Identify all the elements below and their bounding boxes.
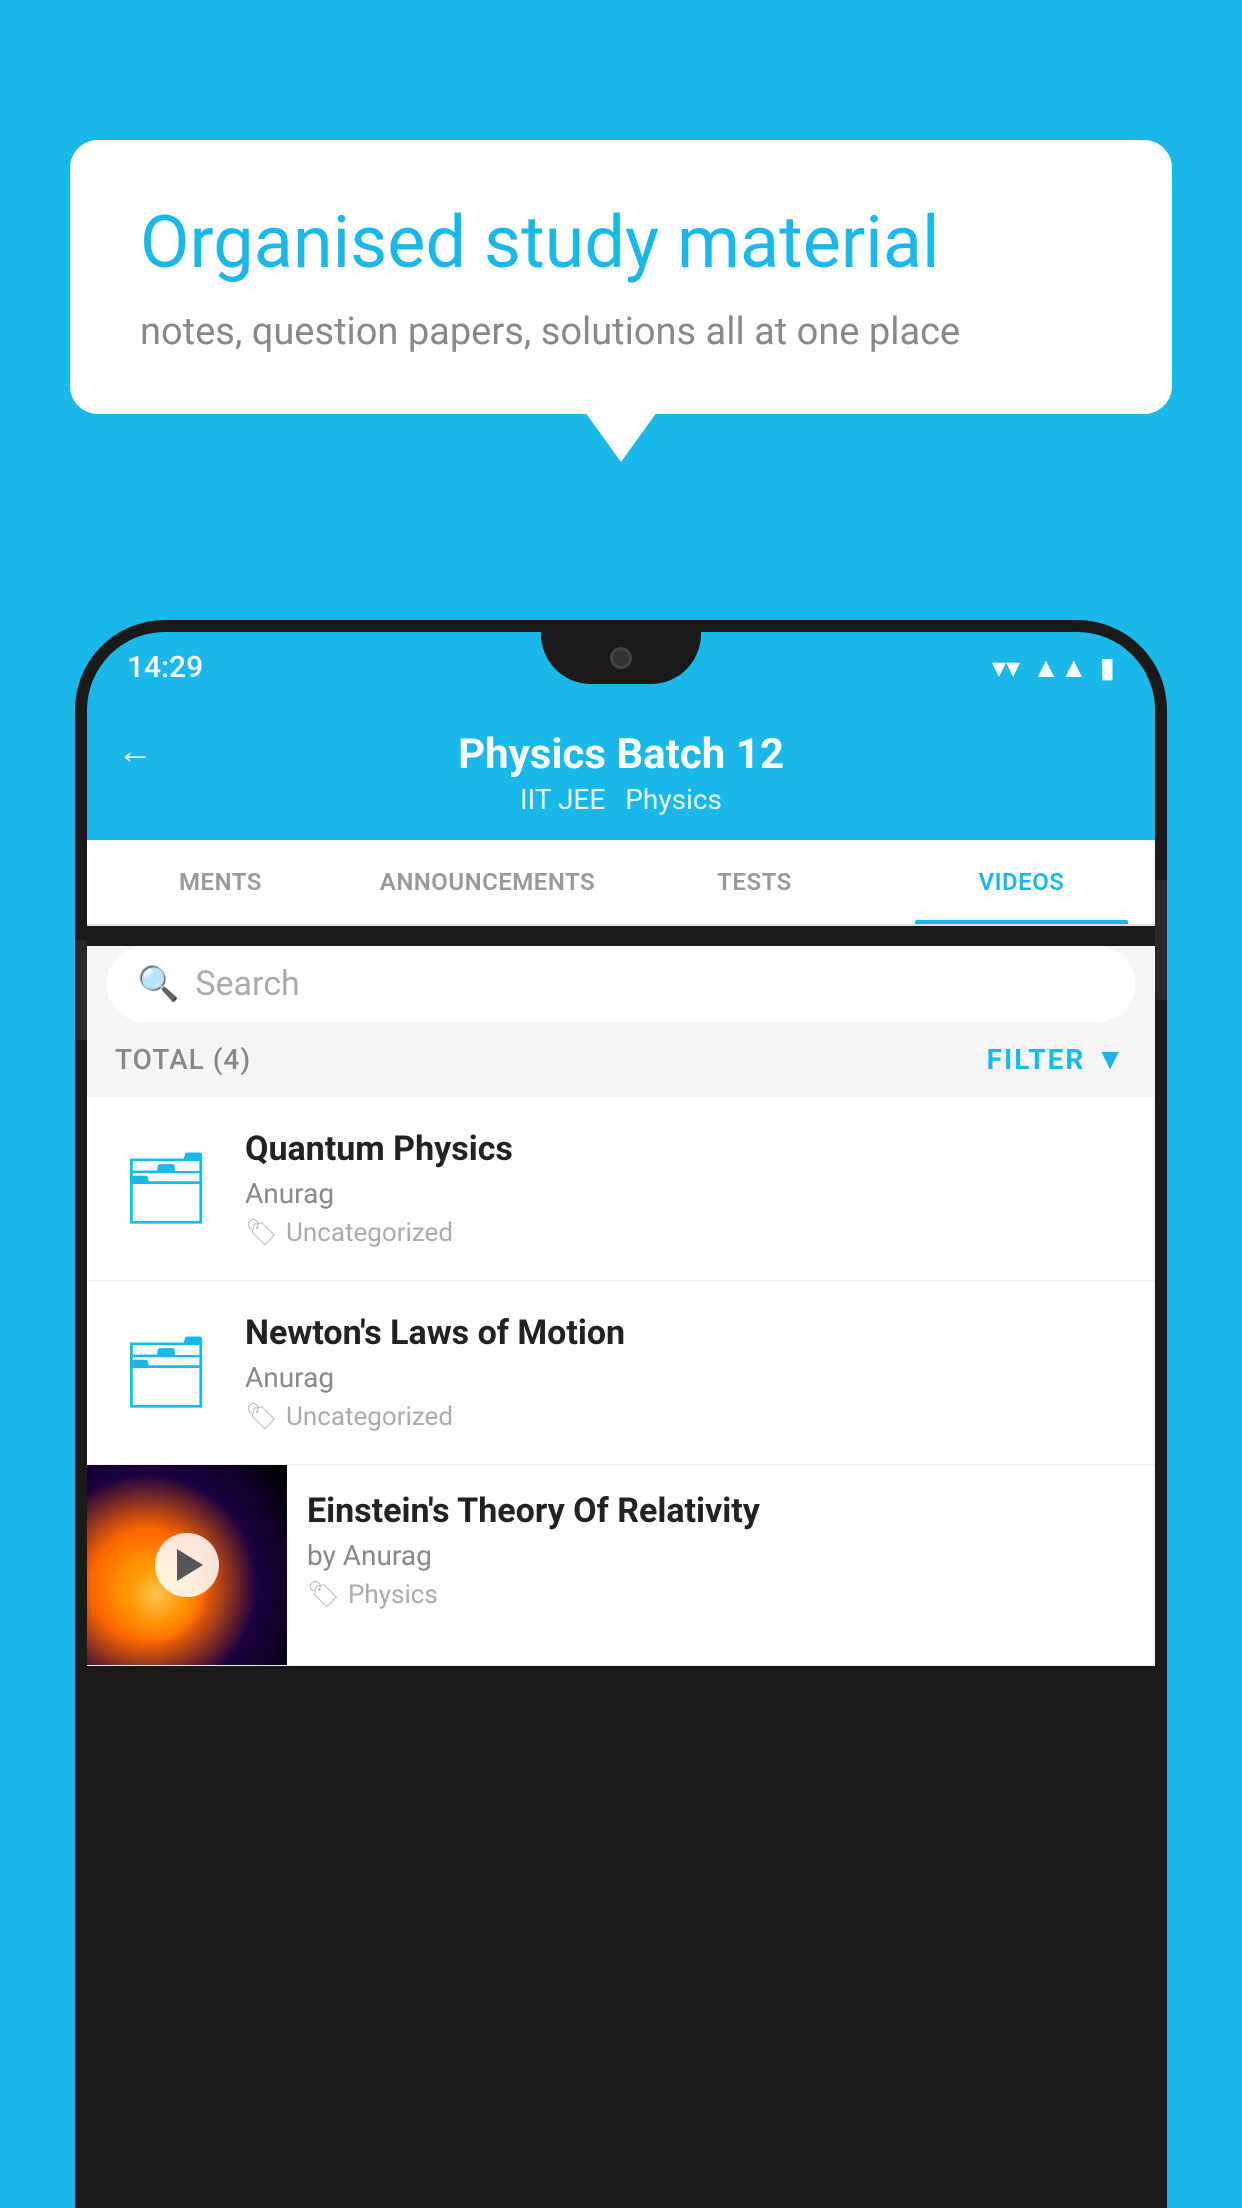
- tab-videos[interactable]: VIDEOS: [888, 840, 1155, 924]
- tab-tests[interactable]: TESTS: [621, 840, 888, 924]
- video-info: Quantum Physics Anurag 🏷 Uncategorized: [245, 1129, 1131, 1248]
- tag-icon: 🏷: [245, 1402, 278, 1432]
- play-button[interactable]: [155, 1533, 219, 1597]
- bubble-title: Organised study material: [140, 200, 1102, 286]
- back-button[interactable]: ←: [117, 730, 153, 772]
- video-title: Newton's Laws of Motion: [245, 1313, 1131, 1353]
- notch: [541, 632, 701, 684]
- video-author: by Anurag: [307, 1539, 1135, 1572]
- total-count: TOTAL (4): [115, 1043, 251, 1076]
- tab-bar: MENTS ANNOUNCEMENTS TESTS VIDEOS: [87, 840, 1155, 926]
- video-title: Quantum Physics: [245, 1129, 1131, 1169]
- tab-announcements[interactable]: ANNOUNCEMENTS: [354, 840, 621, 924]
- status-icons: ▾▾ ▲▲ ▮: [992, 651, 1115, 684]
- folder-icon: 🗂: [122, 1332, 211, 1414]
- bubble-subtitle: notes, question papers, solutions all at…: [140, 310, 1102, 354]
- folder-thumbnail: 🗂: [111, 1134, 221, 1244]
- video-tag: 🏷 Uncategorized: [245, 1402, 1131, 1432]
- video-thumbnail: [87, 1465, 287, 1665]
- list-item[interactable]: 🗂 Newton's Laws of Motion Anurag 🏷 Uncat…: [87, 1281, 1155, 1465]
- tag-icon: 🏷: [307, 1580, 340, 1610]
- header-title: Physics Batch 12: [458, 730, 784, 779]
- app-header: ← Physics Batch 12 IIT JEE Physics: [87, 702, 1155, 840]
- video-author: Anurag: [245, 1361, 1131, 1394]
- video-info: Einstein's Theory Of Relativity by Anura…: [287, 1465, 1155, 1636]
- status-time: 14:29: [127, 650, 203, 685]
- video-author: Anurag: [245, 1177, 1131, 1210]
- search-placeholder: Search: [195, 964, 299, 1004]
- speech-bubble-section: Organised study material notes, question…: [70, 140, 1172, 414]
- battery-icon: ▮: [1100, 651, 1115, 684]
- video-list: 🗂 Quantum Physics Anurag 🏷 Uncategorized: [87, 1097, 1155, 1666]
- list-item[interactable]: Einstein's Theory Of Relativity by Anura…: [87, 1465, 1155, 1666]
- folder-thumbnail: 🗂: [111, 1318, 221, 1428]
- folder-icon: 🗂: [122, 1148, 211, 1230]
- wifi-icon: ▾▾: [992, 651, 1020, 684]
- speech-bubble: Organised study material notes, question…: [70, 140, 1172, 414]
- tag-icon: 🏷: [245, 1218, 278, 1248]
- video-tag: 🏷 Physics: [307, 1580, 1135, 1610]
- search-bar[interactable]: 🔍 Search: [107, 946, 1135, 1022]
- play-triangle-icon: [177, 1549, 203, 1581]
- video-title: Einstein's Theory Of Relativity: [307, 1491, 1135, 1531]
- camera-icon: [610, 647, 632, 669]
- list-item[interactable]: 🗂 Quantum Physics Anurag 🏷 Uncategorized: [87, 1097, 1155, 1281]
- filter-row: TOTAL (4) FILTER ▼: [87, 1022, 1155, 1097]
- filter-label: FILTER: [987, 1043, 1086, 1076]
- phone-inner: 14:29 ▾▾ ▲▲ ▮ ← Physics Batch 12 IIT JEE…: [87, 632, 1155, 2208]
- filter-icon: ▼: [1095, 1042, 1127, 1077]
- header-subtitle: IIT JEE Physics: [520, 783, 722, 816]
- tab-ments[interactable]: MENTS: [87, 840, 354, 924]
- video-info: Newton's Laws of Motion Anurag 🏷 Uncateg…: [245, 1313, 1131, 1432]
- subtitle-iitjee: IIT JEE: [520, 783, 605, 816]
- subtitle-physics: Physics: [625, 783, 722, 816]
- video-tag: 🏷 Uncategorized: [245, 1218, 1131, 1248]
- phone-frame: 14:29 ▾▾ ▲▲ ▮ ← Physics Batch 12 IIT JEE…: [75, 620, 1167, 2208]
- filter-button[interactable]: FILTER ▼: [987, 1042, 1127, 1077]
- search-icon: 🔍: [137, 964, 179, 1004]
- power-button: [1153, 880, 1167, 1000]
- screen-content: 🔍 Search TOTAL (4) FILTER ▼ 🗂: [87, 946, 1155, 1666]
- signal-icon: ▲▲: [1032, 651, 1087, 684]
- status-bar: 14:29 ▾▾ ▲▲ ▮: [87, 632, 1155, 702]
